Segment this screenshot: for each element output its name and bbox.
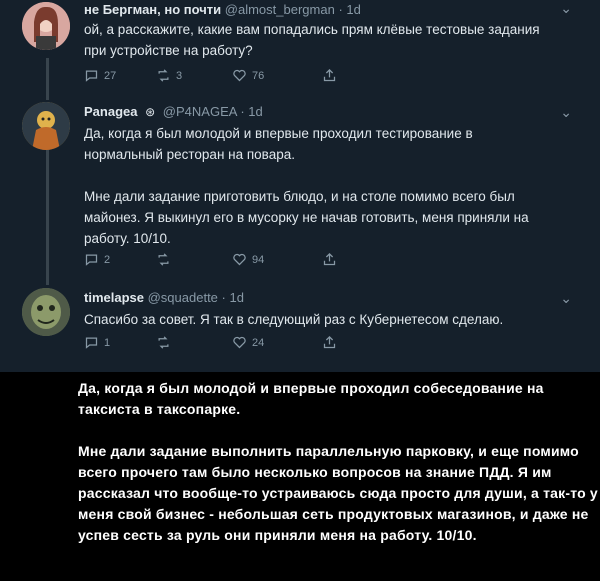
- share-icon: [323, 68, 336, 82]
- reply-icon: [85, 337, 98, 349]
- retweet-button[interactable]: 3: [156, 68, 182, 83]
- reply-button[interactable]: 1: [84, 335, 110, 350]
- tweet[interactable]: timelapse @squadette · 1d ⌄ Спасибо за с…: [0, 284, 600, 370]
- reply-count: 27: [104, 69, 117, 82]
- caption-paragraph: Мне дали задание выполнить параллельную …: [78, 443, 598, 543]
- retweet-button[interactable]: [156, 335, 176, 350]
- more-icon[interactable]: ⌄: [560, 0, 572, 17]
- tweet-feed: не Бергман, но почти @almost_bergman · 1…: [0, 0, 600, 372]
- like-button[interactable]: 24: [232, 335, 264, 350]
- author-name[interactable]: не Бергман, но почти: [84, 2, 221, 17]
- retweet-icon: [158, 336, 169, 349]
- retweet-count: 3: [176, 69, 183, 82]
- share-button[interactable]: [322, 335, 337, 350]
- like-button[interactable]: 76: [232, 68, 264, 83]
- reply-icon: [85, 70, 98, 82]
- author-handle[interactable]: @almost_bergman: [225, 2, 335, 17]
- verified-icon: ⊛: [145, 105, 156, 119]
- share-icon: [323, 252, 336, 266]
- like-icon: [233, 253, 246, 266]
- author-name[interactable]: timelapse: [84, 290, 144, 305]
- retweet-icon: [158, 253, 169, 266]
- reply-button[interactable]: 27: [84, 68, 116, 83]
- tweet-time[interactable]: · 1d: [338, 2, 360, 17]
- author-handle[interactable]: @squadette: [148, 290, 218, 305]
- share-button[interactable]: [322, 252, 337, 267]
- tweet-header: не Бергман, но почти @almost_bergman · 1…: [84, 2, 361, 17]
- tweet-time[interactable]: · 1d: [240, 104, 262, 119]
- retweet-button[interactable]: [156, 252, 176, 267]
- tweet-header: Panagea ⊛ @P4NAGEA · 1d: [84, 104, 263, 119]
- like-button[interactable]: 94: [232, 252, 264, 267]
- like-icon: [233, 69, 246, 82]
- avatar[interactable]: [22, 288, 70, 336]
- tweet[interactable]: Panagea ⊛ @P4NAGEA · 1d ⌄ Да, когда я бы…: [0, 98, 600, 278]
- reply-icon: [85, 254, 98, 266]
- tweet[interactable]: не Бергман, но почти @almost_bergman · 1…: [0, 0, 600, 98]
- meme-caption: Да, когда я был молодой и впервые проход…: [78, 378, 598, 567]
- tweet-header: timelapse @squadette · 1d: [84, 290, 244, 305]
- tweet-text: Да, когда я был молодой и впервые проход…: [84, 123, 554, 249]
- reply-count: 2: [104, 253, 111, 266]
- author-handle[interactable]: @P4NAGEA: [163, 104, 237, 119]
- caption-paragraph: Да, когда я был молодой и впервые проход…: [78, 380, 544, 417]
- like-count: 24: [252, 336, 265, 349]
- share-button[interactable]: [322, 68, 337, 83]
- tweet-paragraph: Мне дали задание приготовить блюдо, и на…: [84, 189, 529, 246]
- like-icon: [233, 336, 246, 349]
- tweet-actions: 27 3 76: [84, 68, 344, 86]
- tweet-paragraph: Да, когда я был молодой и впервые проход…: [84, 126, 473, 162]
- tweet-actions: 2 94: [84, 252, 344, 270]
- share-icon: [323, 335, 336, 349]
- reply-button[interactable]: 2: [84, 252, 110, 267]
- tweet-actions: 1 24: [84, 335, 344, 353]
- more-icon[interactable]: ⌄: [560, 104, 572, 121]
- author-name[interactable]: Panagea: [84, 104, 137, 119]
- retweet-icon: [158, 69, 169, 82]
- like-count: 76: [252, 69, 265, 82]
- avatar[interactable]: [22, 102, 70, 150]
- tweet-text: ой, а расскажите, какие вам попадались п…: [84, 22, 540, 58]
- avatar[interactable]: [22, 2, 70, 50]
- like-count: 94: [252, 253, 265, 266]
- more-icon[interactable]: ⌄: [560, 290, 572, 307]
- reply-count: 1: [104, 336, 111, 349]
- tweet-text: Спасибо за совет. Я так в следующий раз …: [84, 312, 504, 327]
- tweet-time[interactable]: · 1d: [222, 290, 244, 305]
